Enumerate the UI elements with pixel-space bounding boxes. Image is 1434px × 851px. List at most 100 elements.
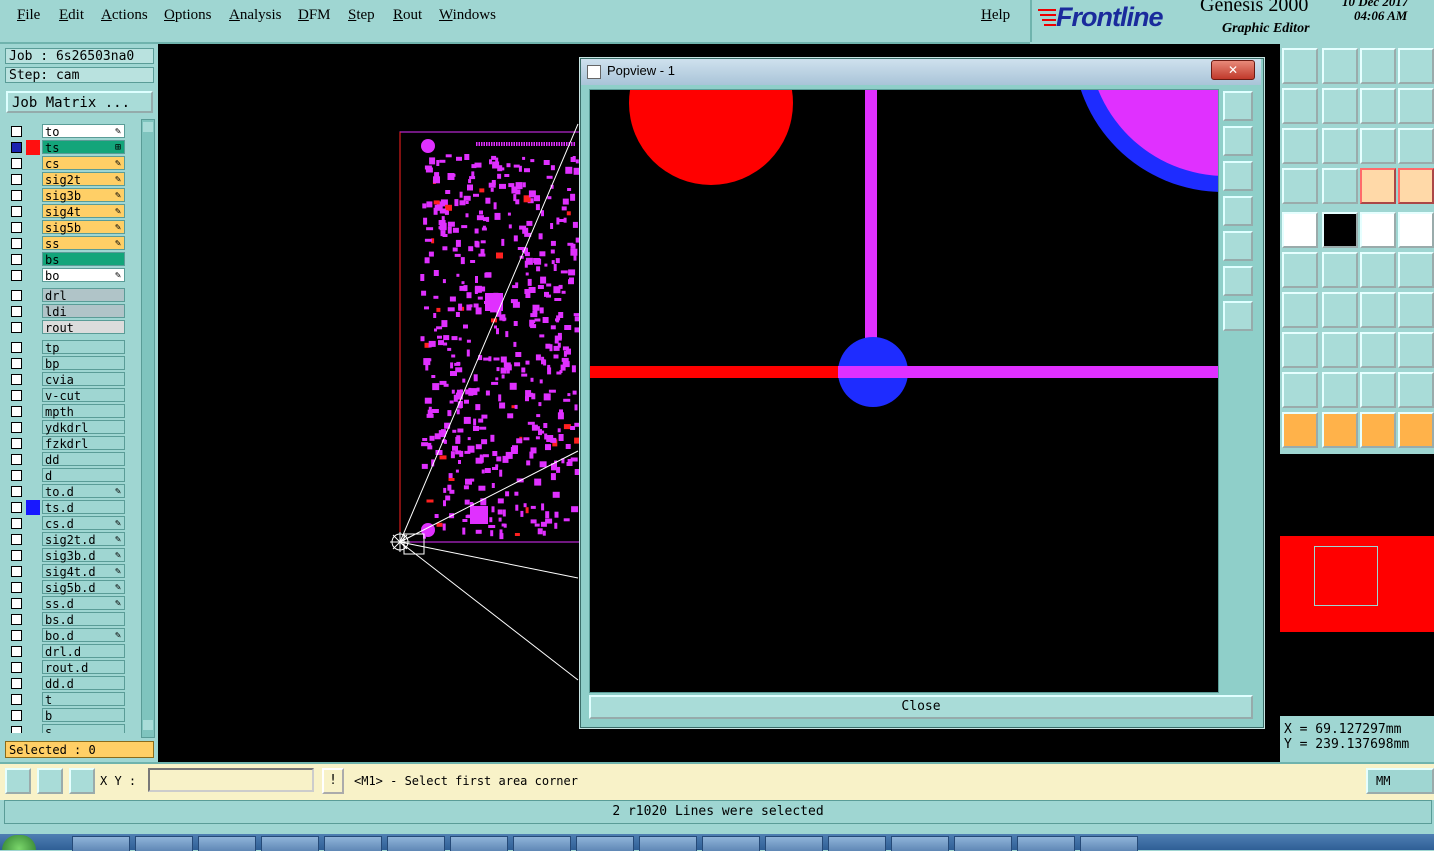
- zoom-center-icon[interactable]: [1322, 128, 1358, 164]
- layer-row[interactable]: bo ✎: [6, 268, 128, 283]
- taskbar-item[interactable]: [1080, 836, 1138, 851]
- taskbar-item[interactable]: [828, 836, 886, 851]
- angle-icon[interactable]: [37, 768, 63, 794]
- layer-checkbox[interactable]: [11, 142, 22, 153]
- taskbar-item[interactable]: [72, 836, 130, 851]
- taskbar-item[interactable]: [513, 836, 571, 851]
- layer-name[interactable]: sig4t.d ✎: [42, 564, 125, 579]
- measure-icon[interactable]: [1360, 332, 1396, 368]
- layer-name[interactable]: sig4t ✎: [42, 204, 125, 219]
- layer-row[interactable]: cvia: [6, 372, 128, 387]
- taskbar-item[interactable]: [639, 836, 697, 851]
- layer-row[interactable]: drl: [6, 288, 128, 303]
- menu-help[interactable]: Help: [981, 7, 1010, 24]
- ruler-icon[interactable]: [1360, 212, 1396, 248]
- layer-color-swatch[interactable]: [26, 220, 40, 235]
- taskbar-item[interactable]: [450, 836, 508, 851]
- layer-row[interactable]: t: [6, 692, 128, 707]
- layer-name[interactable]: tp: [42, 340, 125, 355]
- layer-checkbox[interactable]: [11, 422, 22, 433]
- menu-options[interactable]: Options: [164, 7, 212, 24]
- menu-file[interactable]: File: [17, 7, 40, 24]
- layer-color-swatch[interactable]: [26, 340, 40, 355]
- mirror-icon[interactable]: [1360, 88, 1396, 124]
- wrench-icon[interactable]: [1282, 168, 1318, 204]
- taskbar-item[interactable]: [135, 836, 193, 851]
- close-window-button[interactable]: ✕: [1211, 60, 1255, 80]
- layer-checkbox[interactable]: [11, 662, 22, 673]
- layer-color-swatch[interactable]: [26, 372, 40, 387]
- help-icon[interactable]: [1398, 128, 1434, 164]
- layer-color-swatch[interactable]: [26, 660, 40, 675]
- layer-row[interactable]: ss ✎: [6, 236, 128, 251]
- layer-color-swatch[interactable]: [26, 268, 40, 283]
- job-matrix-button[interactable]: Job Matrix ...: [6, 91, 153, 113]
- layer-checkbox[interactable]: [11, 374, 22, 385]
- up-icon[interactable]: [1282, 48, 1318, 84]
- layer-row[interactable]: sig2t.d ✎: [6, 532, 128, 547]
- taskbar-item[interactable]: [324, 836, 382, 851]
- pan-left-icon[interactable]: [1282, 88, 1318, 124]
- layer-checkbox[interactable]: [11, 710, 22, 721]
- download-icon[interactable]: [1322, 48, 1358, 84]
- layer-color-swatch[interactable]: [26, 188, 40, 203]
- layer-checkbox[interactable]: [11, 582, 22, 593]
- layer-color-swatch[interactable]: [26, 532, 40, 547]
- layer-color-swatch[interactable]: [26, 304, 40, 319]
- layer-checkbox[interactable]: [11, 502, 22, 513]
- layer-checkbox[interactable]: [11, 454, 22, 465]
- arc-icon[interactable]: [1360, 292, 1396, 328]
- scale-icon[interactable]: [1360, 128, 1396, 164]
- layer-color-swatch[interactable]: [26, 320, 40, 335]
- layer-name[interactable]: drl.d: [42, 644, 125, 659]
- layer-color-swatch[interactable]: [26, 692, 40, 707]
- menu-windows[interactable]: Windows: [439, 7, 496, 24]
- layer-row[interactable]: d: [6, 468, 128, 483]
- menu-rout[interactable]: Rout: [393, 7, 422, 24]
- layer-checkbox[interactable]: [11, 342, 22, 353]
- layer-row[interactable]: s: [6, 724, 128, 733]
- layer-row[interactable]: v-cut: [6, 388, 128, 403]
- menu-actions[interactable]: Actions: [101, 7, 148, 24]
- layer-name[interactable]: ts ⊞: [42, 140, 125, 155]
- popview-canvas[interactable]: [589, 0, 1373, 693]
- popview-titlebar[interactable]: Popview - 1 ✕: [581, 59, 1261, 85]
- trace-icon[interactable]: [1322, 332, 1358, 368]
- layer-name[interactable]: ss ✎: [42, 236, 125, 251]
- layer-checkbox[interactable]: [11, 126, 22, 137]
- taskbar-item[interactable]: [765, 836, 823, 851]
- layer-name[interactable]: d: [42, 468, 125, 483]
- select-gold-icon[interactable]: [1360, 412, 1396, 448]
- layer-checkbox[interactable]: [11, 438, 22, 449]
- layer-name[interactable]: dd.d: [42, 676, 125, 691]
- route-icon[interactable]: [1398, 412, 1434, 448]
- layer-row[interactable]: sig3b ✎: [6, 188, 128, 203]
- layer-color-swatch[interactable]: [26, 140, 40, 155]
- popview-center-icon[interactable]: [1223, 301, 1253, 331]
- layer-row[interactable]: to.d ✎: [6, 484, 128, 499]
- layer-name[interactable]: bs.d: [42, 612, 125, 627]
- layer-name[interactable]: sig2t ✎: [42, 172, 125, 187]
- layer-name[interactable]: cvia: [42, 372, 125, 387]
- popview-up-icon[interactable]: [1223, 126, 1253, 156]
- text-icon[interactable]: [1398, 292, 1434, 328]
- layer-row[interactable]: dd.d: [6, 676, 128, 691]
- layer-color-swatch[interactable]: [26, 468, 40, 483]
- layer-name[interactable]: sig3b.d ✎: [42, 548, 125, 563]
- measure-icon[interactable]: [5, 768, 31, 794]
- cross-icon[interactable]: [1322, 252, 1358, 288]
- layer-color-swatch[interactable]: [26, 356, 40, 371]
- snap-icon[interactable]: [1282, 212, 1318, 248]
- layer-name[interactable]: cs.d ✎: [42, 516, 125, 531]
- taskbar-item[interactable]: [576, 836, 634, 851]
- layer-name[interactable]: bs: [42, 252, 125, 267]
- xy-input[interactable]: [148, 768, 314, 792]
- line-blue-icon[interactable]: [1322, 292, 1358, 328]
- layer-checkbox[interactable]: [11, 322, 22, 333]
- layer-row[interactable]: sig5b.d ✎: [6, 580, 128, 595]
- layer-color-swatch[interactable]: [26, 612, 40, 627]
- layer-checkbox[interactable]: [11, 486, 22, 497]
- layer-checkbox[interactable]: [11, 174, 22, 185]
- slash-icon[interactable]: [1322, 212, 1358, 248]
- layer-row[interactable]: ldi: [6, 304, 128, 319]
